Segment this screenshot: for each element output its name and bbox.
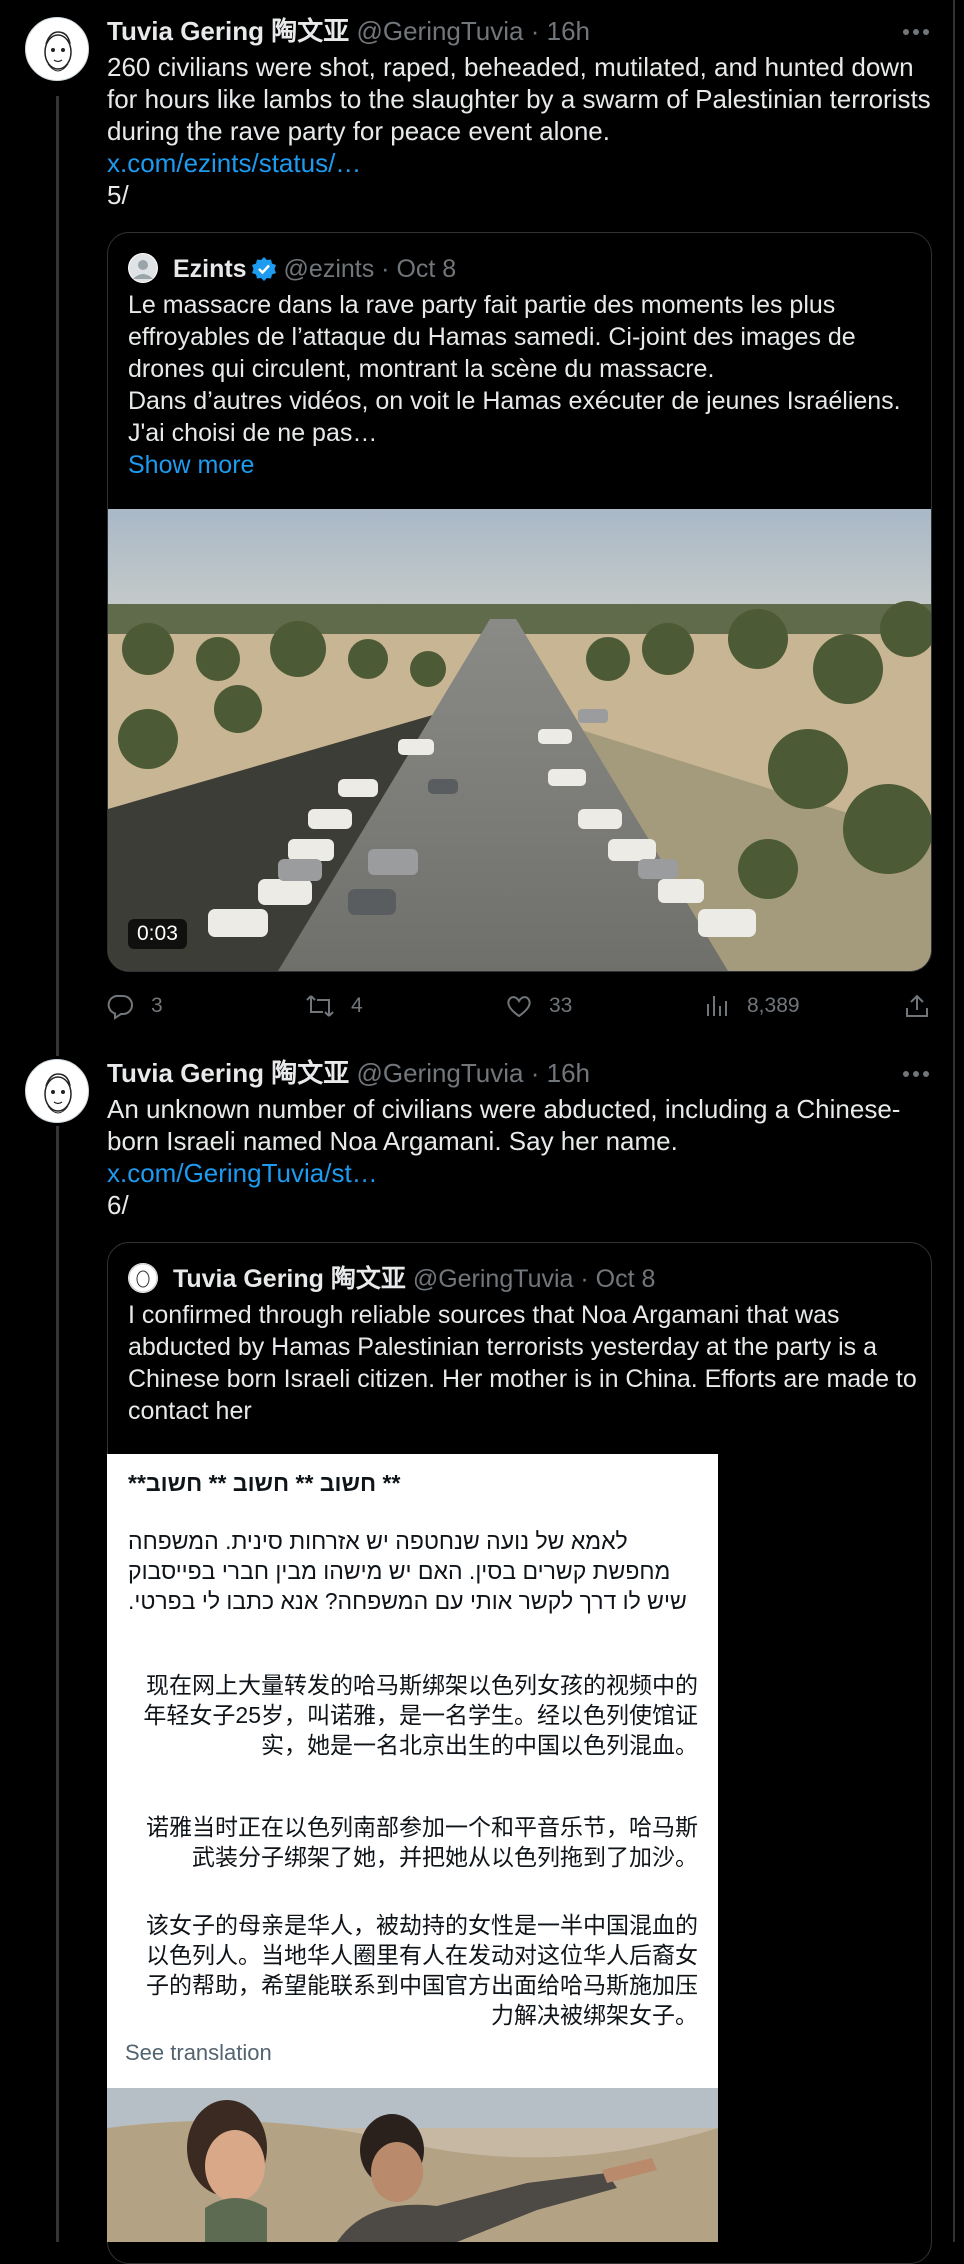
separator-dot: ·	[580, 1265, 589, 1293]
repost-icon	[306, 995, 334, 1017]
view-count: 8,389	[747, 994, 800, 1017]
thread-index: 6/	[107, 1190, 129, 1220]
hostage-video-still	[107, 2088, 718, 2242]
timeline-column-border	[953, 0, 955, 2242]
quoted-author-name: Ezints	[172, 255, 247, 283]
separator-dot: ·	[381, 255, 390, 283]
doc-heading: ** חשוב ** חשוב ** חשוב**	[128, 1470, 401, 1496]
quoted-time: Oct 8	[595, 1265, 656, 1293]
views-button[interactable]: 8,389	[705, 986, 800, 1026]
quoted-author-handle: @ezints	[283, 255, 375, 283]
tweet-text: An unknown number of civilians were abdu…	[107, 1093, 942, 1221]
author-handle[interactable]: @GeringTuvia	[356, 1058, 523, 1088]
share-icon	[906, 994, 928, 1017]
share-button[interactable]	[903, 986, 947, 1026]
show-more-link[interactable]: Show more	[128, 449, 918, 481]
verified-badge-icon	[251, 256, 277, 282]
quoted-tweet-header: Tuvia Gering 陶文亚 @GeringTuvia · Oct 8	[128, 1263, 655, 1295]
doc-hebrew-paragraph: לאמא של נועה שנחטפה יש אזרחות סינית. המש…	[128, 1528, 687, 1614]
quoted-tweet-header: Ezints @ezints · Oct 8	[128, 253, 456, 285]
tweet-link[interactable]: x.com/GeringTuvia/st…	[107, 1157, 942, 1189]
tweet-text: 260 civilians were shot, raped, beheaded…	[107, 51, 942, 211]
tweet-header: Tuvia Gering 陶文亚 @GeringTuvia · 16h	[107, 1057, 590, 1089]
reply-button[interactable]: 3	[107, 986, 163, 1026]
avatar[interactable]	[25, 1059, 89, 1123]
see-translation-link[interactable]: See translation	[125, 2040, 272, 2066]
quoted-time: Oct 8	[396, 255, 457, 283]
author-handle[interactable]: @GeringTuvia	[356, 16, 523, 46]
tweet[interactable]: Tuvia Gering 陶文亚 @GeringTuvia · 16h 260 …	[0, 0, 952, 1040]
separator-dot: ·	[530, 16, 540, 46]
quoted-author-name: Tuvia Gering 陶文亚	[172, 1265, 406, 1293]
tweet-time[interactable]: 16h	[547, 16, 590, 46]
quoted-image-document[interactable]: ** חשוב ** חשוב ** חשוב** לאמא של נועה ש…	[107, 1454, 718, 2242]
more-options-icon[interactable]	[898, 1062, 934, 1086]
doc-chinese-paragraph-2: 诺雅当时正在以色列南部参加一个和平音乐节，哈马斯武装分子绑架了她，并把她从以色列…	[146, 1814, 698, 1870]
tweet-actions: 3 4 33 8,389	[107, 986, 937, 1026]
quoted-text: Le massacre dans la rave party fait part…	[128, 291, 901, 447]
analytics-icon	[707, 996, 727, 1016]
like-count: 33	[549, 994, 573, 1017]
reply-count: 3	[151, 994, 163, 1017]
tweet-time[interactable]: 16h	[547, 1058, 590, 1088]
tweet-link[interactable]: x.com/ezints/status/…	[107, 147, 942, 179]
more-options-icon[interactable]	[898, 20, 934, 44]
doc-chinese-paragraph-3: 该女子的母亲是华人，被劫持的女性是一半中国混血的以色列人。当地华人圈里有人在发动…	[146, 1912, 698, 2028]
tweet-body: 260 civilians were shot, raped, beheaded…	[107, 52, 931, 146]
tweet-body: An unknown number of civilians were abdu…	[107, 1094, 901, 1156]
author-name[interactable]: Tuvia Gering 陶文亚	[107, 1058, 349, 1088]
repost-button[interactable]: 4	[305, 986, 363, 1026]
quoted-avatar	[128, 253, 158, 283]
quoted-tweet[interactable]: Ezints @ezints · Oct 8 Le massacre dans …	[107, 232, 932, 972]
doc-chinese-paragraph-1: 现在网上大量转发的哈马斯绑架以色列女孩的视频中的年轻女子25岁，叫诺雅，是一名学…	[143, 1672, 698, 1758]
like-button[interactable]: 33	[505, 986, 572, 1026]
tweet-header: Tuvia Gering 陶文亚 @GeringTuvia · 16h	[107, 15, 590, 47]
author-name[interactable]: Tuvia Gering 陶文亚	[107, 16, 349, 46]
tweet[interactable]: Tuvia Gering 陶文亚 @GeringTuvia · 16h An u…	[0, 1040, 952, 2264]
thread-index: 5/	[107, 180, 129, 210]
repost-count: 4	[351, 994, 363, 1017]
reply-icon	[107, 994, 133, 1020]
quoted-text: I confirmed through reliable sources tha…	[128, 1301, 917, 1425]
drone-video-frame	[108, 509, 931, 971]
quoted-author-handle: @GeringTuvia	[412, 1265, 574, 1293]
heart-icon	[507, 996, 531, 1018]
avatar[interactable]	[25, 17, 89, 81]
separator-dot: ·	[530, 1058, 540, 1088]
quoted-avatar	[128, 1263, 158, 1293]
video-player[interactable]: 0:03	[108, 509, 931, 971]
video-duration: 0:03	[128, 919, 187, 949]
